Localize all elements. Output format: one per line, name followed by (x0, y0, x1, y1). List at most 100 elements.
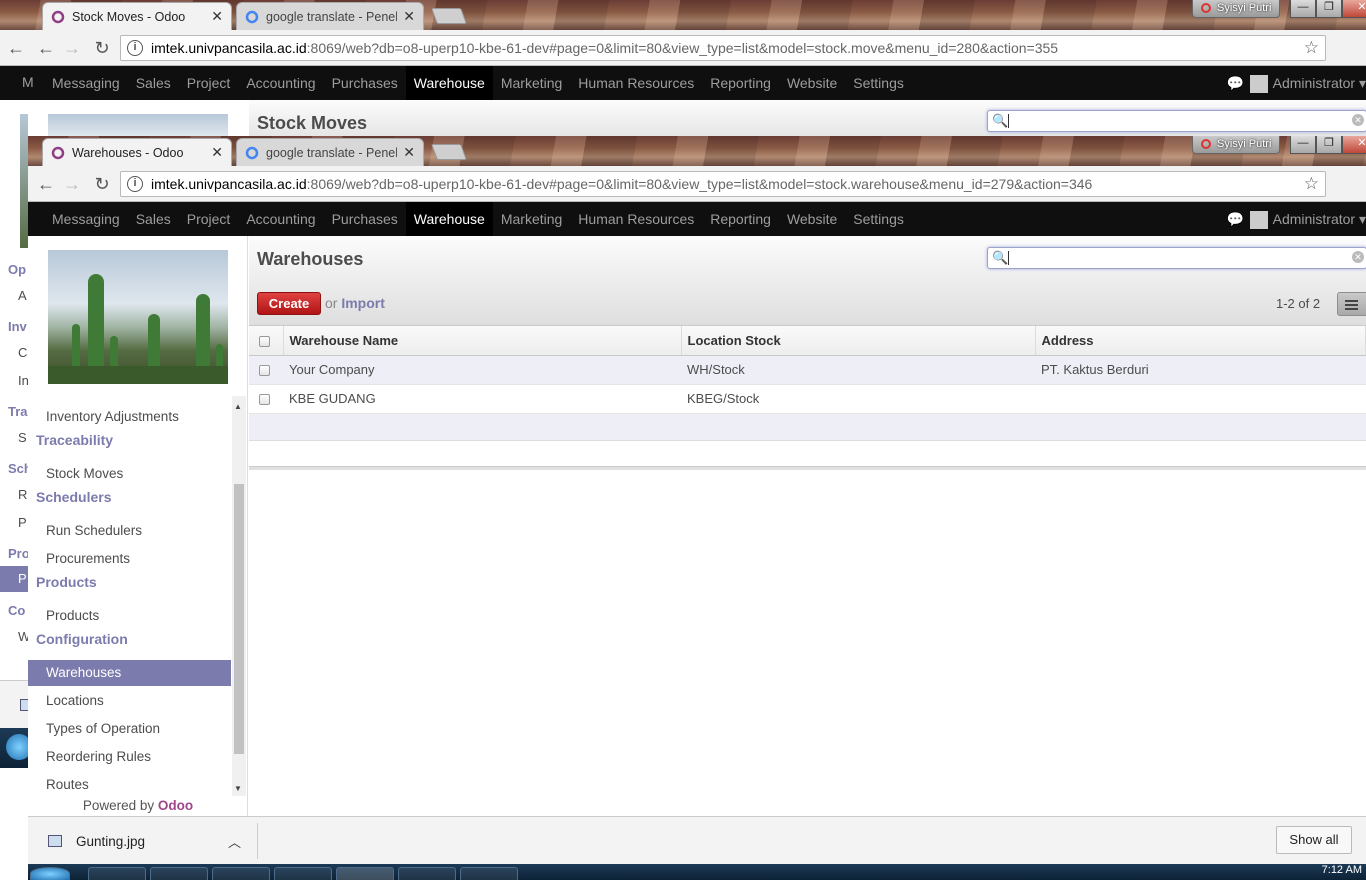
topnav-item-messaging[interactable]: Messaging (44, 202, 128, 236)
new-tab-button[interactable] (431, 8, 467, 24)
cell-address[interactable]: PT. Kaktus Berduri (1035, 355, 1366, 385)
row-checkbox[interactable] (249, 355, 283, 385)
start-button[interactable] (30, 867, 70, 880)
close-tab-icon[interactable]: ✕ (211, 144, 223, 161)
topnav-item-project[interactable]: Project (179, 66, 239, 100)
sidebar-item-procurements[interactable]: Procurements (28, 546, 231, 572)
sidebar-item-routes[interactable]: Routes (28, 772, 231, 796)
tab-google-translate[interactable]: google translate - Penelu ✕ (236, 138, 424, 166)
close-window-button[interactable]: ✕ (1342, 0, 1366, 18)
taskbar-chrome[interactable] (336, 867, 394, 880)
clock[interactable]: 7:12 AM (1322, 864, 1362, 876)
column-header[interactable]: Warehouse Name (283, 326, 682, 356)
topnav-item-website[interactable]: Website (779, 202, 845, 236)
taskbar-firefox[interactable] (274, 867, 332, 880)
profile-button[interactable]: Syisyi Putri (1192, 136, 1281, 154)
close-window-button[interactable]: ✕ (1342, 136, 1366, 154)
topnav-item-warehouse[interactable]: Warehouse (405, 66, 493, 100)
taskbar-explorer[interactable] (88, 867, 146, 880)
topnav-item-marketing[interactable]: Marketing (493, 66, 570, 100)
close-tab-icon[interactable]: ✕ (403, 144, 415, 161)
row-checkbox[interactable] (249, 384, 283, 414)
topnav-item-accounting[interactable]: Accounting (238, 202, 323, 236)
topnav-item-sales[interactable]: Sales (128, 202, 179, 236)
chevron-up-icon[interactable]: ︿ (228, 832, 241, 851)
pager-value[interactable]: 1-2 of 2 (1276, 296, 1320, 311)
chat-icon[interactable]: 💬 (1227, 75, 1244, 92)
taskbar-paint[interactable] (460, 867, 518, 880)
info-icon[interactable]: i (127, 176, 143, 192)
taskbar-app[interactable] (398, 867, 456, 880)
topnav-item-sales[interactable]: Sales (128, 66, 179, 100)
back-tab-google-translate[interactable]: google translate - Penelu ✕ (236, 2, 424, 30)
info-icon[interactable]: i (127, 40, 143, 56)
topnav-item-messaging[interactable]: Messaging (44, 66, 128, 100)
bookmark-star-icon[interactable]: ☆ (1304, 174, 1319, 194)
maximize-button[interactable]: ❐ (1316, 136, 1342, 154)
scroll-up-arrow-icon[interactable]: ▲ (234, 402, 242, 411)
topnav-item-website[interactable]: Website (779, 66, 845, 100)
back-tab-stock-moves[interactable]: Stock Moves - Odoo ✕ (42, 2, 232, 30)
taskbar-media[interactable] (212, 867, 270, 880)
cell-location-stock[interactable]: WH/Stock (681, 355, 1035, 385)
minimize-button[interactable]: — (1290, 136, 1316, 154)
sidebar-item-stock-moves[interactable]: Stock Moves (28, 461, 231, 487)
cell-warehouse-name[interactable]: KBE GUDANG (283, 384, 681, 414)
column-header[interactable]: Location Stock (681, 326, 1036, 356)
taskbar-ie[interactable] (150, 867, 208, 880)
topnav-item-purchases[interactable]: Purchases (324, 202, 406, 236)
import-link[interactable]: Import (341, 295, 385, 311)
bookmark-star-icon[interactable]: ☆ (1304, 38, 1319, 58)
user-menu[interactable]: Administrator ▾ (1249, 202, 1366, 236)
back-arrow-icon[interactable]: ← (36, 174, 56, 194)
reload-icon[interactable]: ↻ (92, 38, 112, 58)
forward-arrow-icon[interactable]: → (62, 38, 82, 58)
column-header[interactable]: Address (1035, 326, 1366, 356)
close-tab-icon[interactable]: ✕ (403, 8, 415, 25)
topnav-item-settings[interactable]: Settings (845, 202, 912, 236)
clear-search-icon[interactable]: ✕ (1352, 251, 1364, 263)
topnav-item-settings[interactable]: Settings (845, 66, 912, 100)
profile-button[interactable]: Syisyi Putri (1192, 0, 1281, 18)
create-button[interactable]: Create (257, 292, 321, 315)
reload-icon[interactable]: ↻ (92, 174, 112, 194)
show-all-button[interactable]: Show all (1276, 826, 1352, 854)
back-search-input[interactable]: 🔍 ✕ (987, 110, 1366, 132)
table-row[interactable]: Your Company WH/Stock PT. Kaktus Berduri (249, 355, 1366, 385)
cell-location-stock[interactable]: KBEG/Stock (681, 384, 1035, 414)
address-bar[interactable]: i imtek.univpancasila.ac.id:8069/web?db=… (120, 35, 1326, 61)
sidebar-scroll-thumb[interactable] (234, 484, 244, 754)
forward-arrow-icon[interactable]: → (62, 174, 82, 194)
list-view-icon[interactable] (1337, 292, 1366, 316)
sidebar-item-run-schedulers[interactable]: Run Schedulers (28, 518, 231, 544)
cell-warehouse-name[interactable]: Your Company (283, 355, 681, 385)
download-item[interactable]: Gunting.jpg (76, 834, 145, 849)
topnav-item-accounting[interactable]: Accounting (238, 66, 323, 100)
new-tab-button[interactable] (431, 144, 467, 160)
sidebar-item-warehouses[interactable]: Warehouses (28, 660, 231, 686)
address-bar[interactable]: i imtek.univpancasila.ac.id:8069/web?db=… (120, 171, 1326, 197)
chat-icon[interactable]: 💬 (1227, 211, 1244, 228)
maximize-button[interactable]: ❐ (1316, 0, 1342, 18)
minimize-button[interactable]: — (1290, 0, 1316, 18)
topnav-item-warehouse[interactable]: Warehouse (405, 202, 493, 236)
tab-warehouses[interactable]: Warehouses - Odoo ✕ (42, 138, 232, 166)
sidebar-item-inventory-adjustments[interactable]: Inventory Adjustments (28, 404, 231, 430)
search-input[interactable]: 🔍 ✕ (987, 247, 1366, 269)
topnav-item-human-resources[interactable]: Human Resources (570, 202, 702, 236)
topnav-item-human-resources[interactable]: Human Resources (570, 66, 702, 100)
sidebar-item-products[interactable]: Products (28, 603, 231, 629)
topnav-item-project[interactable]: Project (179, 202, 239, 236)
cell-address[interactable] (1035, 384, 1366, 414)
menu-back-arrow-icon[interactable]: ← (6, 38, 26, 58)
table-row[interactable]: KBE GUDANG KBEG/Stock (249, 384, 1366, 414)
topnav-item-reporting[interactable]: Reporting (702, 66, 779, 100)
topnav-item-purchases[interactable]: Purchases (324, 66, 406, 100)
back-arrow-icon[interactable]: ← (36, 38, 56, 58)
close-tab-icon[interactable]: ✕ (211, 8, 223, 25)
topnav-item-marketing[interactable]: Marketing (493, 202, 570, 236)
sidebar-item-types-of-operation[interactable]: Types of Operation (28, 716, 231, 742)
topnav-item-reporting[interactable]: Reporting (702, 202, 779, 236)
sidebar-item-locations[interactable]: Locations (28, 688, 231, 714)
sidebar-item-reordering-rules[interactable]: Reordering Rules (28, 744, 231, 770)
